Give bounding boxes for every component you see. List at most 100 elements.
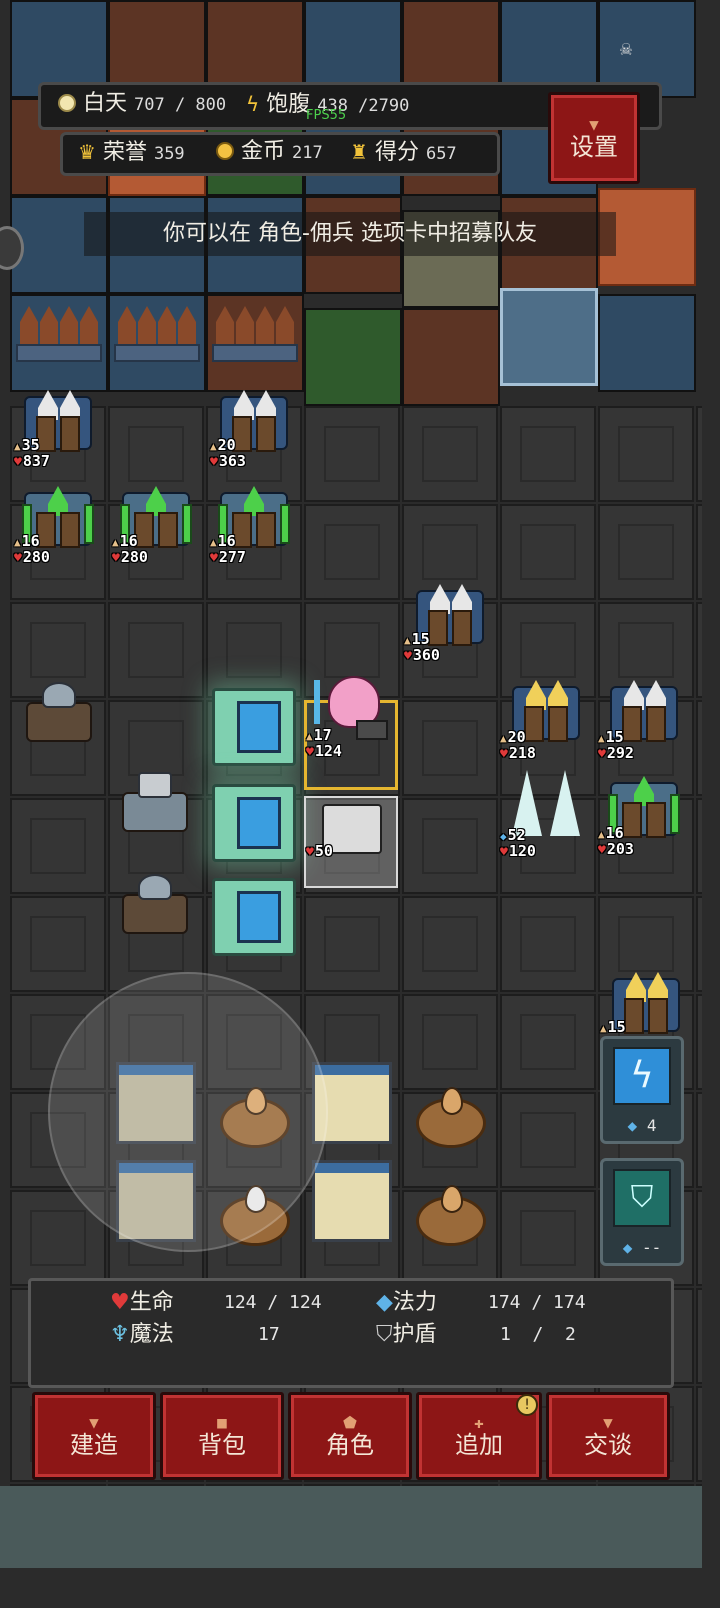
character-button[interactable]: ⬟ 角色: [288, 1392, 412, 1480]
floor-cell: [402, 700, 498, 796]
talk-button[interactable]: ▼ 交谈: [546, 1392, 670, 1480]
generator-structure[interactable]: [118, 770, 192, 836]
coin-icon: [216, 142, 234, 160]
settings-button[interactable]: ▼ 设置: [548, 92, 640, 184]
solar-panel[interactable]: [212, 878, 296, 956]
floor-cell: [696, 1288, 702, 1384]
lightning-skill-icon: ϟ: [613, 1047, 671, 1105]
day-indicator: 白天 707 / 800: [58, 92, 226, 117]
wrench-icon: ▼: [589, 115, 599, 134]
chat-icon: ▼: [603, 1413, 613, 1432]
backpack-icon: ■: [217, 1413, 227, 1432]
unit-stats: 20218: [500, 730, 536, 762]
terrain-tile: [500, 288, 598, 386]
build-button[interactable]: ▼ 建造: [32, 1392, 156, 1480]
spike-wall: [212, 290, 298, 362]
egg-nest[interactable]: [416, 1087, 486, 1148]
lightning-skill-card[interactable]: ϟ ◆ 4: [600, 1036, 684, 1144]
shield-label: ⛉护盾: [376, 1322, 437, 1347]
terrain-tile: [304, 308, 402, 406]
floor-cell: [598, 504, 694, 600]
player-stats: 17124: [306, 728, 342, 760]
terrain-tile: [402, 308, 500, 406]
mana-label: ◆法力: [376, 1290, 437, 1315]
floor-cell: [108, 602, 204, 698]
shield-skill-card[interactable]: ⛉ ◆ --: [600, 1158, 684, 1266]
magic-value: 17: [258, 1324, 280, 1345]
lightning-icon: ϟ: [246, 92, 260, 116]
floor-cell: [304, 896, 400, 992]
life-label: ♥生命: [110, 1290, 174, 1315]
floor-cell: [696, 994, 702, 1090]
spike-wall: [16, 290, 102, 362]
gold-indicator: 金币 217: [216, 140, 323, 165]
floor-cell: [500, 504, 596, 600]
floor-cell: [10, 896, 106, 992]
floor-cell: [598, 406, 694, 502]
score-indicator: ♜ 得分 657: [350, 140, 457, 165]
unit-stats: 16203: [598, 826, 634, 858]
floor-cell: [304, 504, 400, 600]
turret-structure[interactable]: [22, 680, 96, 746]
floor-cell: [696, 700, 702, 796]
unit-stats: 15360: [404, 632, 440, 664]
floor-cell: [696, 504, 702, 600]
bottom-floor-strip: [0, 1486, 702, 1568]
floor-cell: [696, 1190, 702, 1286]
floor-cell: [304, 406, 400, 502]
floor-cell: [696, 896, 702, 992]
backpack-button[interactable]: ■ 背包: [160, 1392, 284, 1480]
floor-cell: [402, 994, 498, 1090]
honor-indicator: ♛ 荣誉 359: [78, 140, 185, 165]
virtual-joystick[interactable]: [48, 972, 328, 1252]
solar-panel[interactable]: [212, 688, 296, 766]
skull-icon[interactable]: ☠: [620, 36, 632, 60]
solar-panel[interactable]: [212, 784, 296, 862]
fps-counter: FPS55: [306, 108, 347, 123]
floor-cell: [500, 994, 596, 1090]
potion-icon: ◆: [627, 1116, 638, 1135]
unit-stats: 35837: [14, 438, 50, 470]
egg-nest[interactable]: [416, 1185, 486, 1246]
shield-skill-icon: ⛉: [613, 1169, 671, 1227]
floor-cell: [696, 1092, 702, 1188]
unit-stats: 16277: [210, 534, 246, 566]
oven-structure[interactable]: [312, 1160, 392, 1242]
unit-stats: 16280: [112, 534, 148, 566]
shield-icon: ⛉: [376, 1322, 393, 1347]
floor-cell: [696, 602, 702, 698]
floor-cell: [500, 1190, 596, 1286]
character-icon: ⬟: [343, 1413, 357, 1432]
unit-stats: 15292: [598, 730, 634, 762]
unit-stats: 15: [600, 1020, 626, 1036]
floor-cell: [402, 406, 498, 502]
floor-cell: [696, 798, 702, 894]
structure-stats: 50: [306, 844, 333, 860]
hammer-icon: ▼: [89, 1413, 99, 1432]
crown-icon: ♛: [78, 140, 96, 164]
potion-icon: ◆: [622, 1238, 633, 1257]
floor-cell: [402, 896, 498, 992]
notification-badge-icon: !: [516, 1394, 538, 1416]
floor-cell: [10, 798, 106, 894]
floor-cell: [500, 406, 596, 502]
trophy-icon: ♜: [350, 140, 368, 164]
floor-cell: [696, 406, 702, 502]
magic-staff-icon: ♆: [110, 1322, 130, 1347]
terrain-tile: [598, 294, 696, 392]
floor-cell: [206, 602, 302, 698]
life-value: 124 / 124: [224, 1292, 322, 1313]
turret-structure[interactable]: [118, 872, 192, 938]
laptop-icon: [356, 720, 388, 740]
floor-cell: [696, 1386, 702, 1482]
tutorial-hint: 你可以在 角色-佣兵 选项卡中招募队友: [84, 212, 616, 256]
unit-stats: 52120: [500, 828, 536, 860]
plus-icon: ✚: [474, 1413, 484, 1432]
floor-cell: [500, 1092, 596, 1188]
shield-value: 1 / 2: [500, 1324, 576, 1345]
magic-label: ♆魔法: [110, 1322, 174, 1347]
heart-icon: ♥: [110, 1290, 130, 1315]
sun-icon: [58, 94, 76, 112]
floor-cell: [500, 896, 596, 992]
mana-value: 174 / 174: [488, 1292, 586, 1313]
